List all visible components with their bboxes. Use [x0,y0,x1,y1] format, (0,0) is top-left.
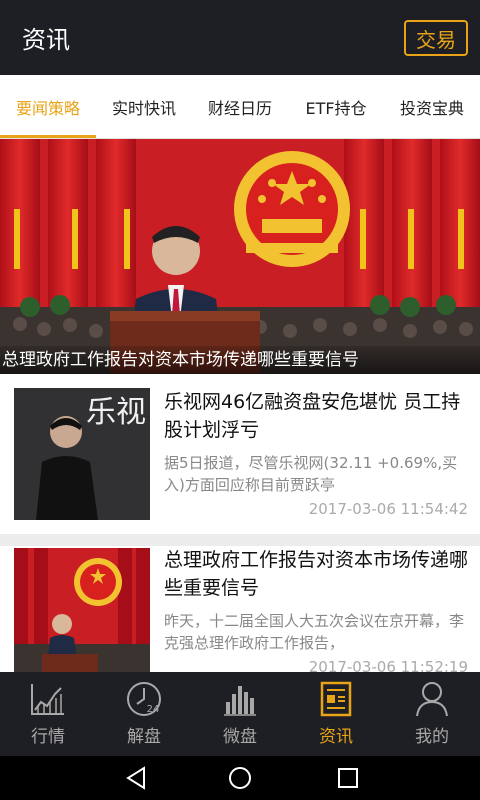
chart-icon [31,684,64,715]
news-icon [320,681,352,717]
nav-label: 我的 [415,727,449,747]
back-icon[interactable] [122,764,150,792]
nav-label: 行情 [31,727,65,747]
bottom-nav: 行情 24 解盘 微盘 资讯 我的 [0,672,480,756]
nav-label: 解盘 [127,727,161,747]
home-icon[interactable] [226,764,254,792]
bars-icon [224,686,256,716]
thumbnail-text: 乐视 [86,395,146,430]
news-thumbnail-image [14,548,150,672]
news-thumbnail [14,548,150,672]
clock-24-icon: 24 [127,682,161,716]
system-nav-bar [0,756,480,800]
featured-banner[interactable]: 总理政府工作报告对资本市场传递哪些重要信号 [0,139,480,374]
tab-investment-guide[interactable]: 投资宝典 [384,75,480,138]
news-thumbnail: 乐视 [14,388,150,520]
nav-label: 微盘 [223,727,257,747]
news-summary: 据5日报道，尽管乐视网(32.11 +0.69%,买入)方面回应称目前贾跃亭 [164,454,458,494]
nav-news[interactable]: 资讯 [288,672,384,756]
nav-profile[interactable]: 我的 [384,672,480,756]
tab-etf-holdings[interactable]: ETF持仓 [288,75,384,138]
news-item[interactable]: 总理政府工作报告对资本市场传递哪些重要信号 昨天，十二届全国人大五次会议在京开幕… [0,546,480,672]
nav-market[interactable]: 行情 [0,672,96,756]
news-headline: 总理政府工作报告对资本市场传递哪些重要信号 [164,549,469,599]
tab-news-strategy[interactable]: 要闻策略 [0,75,96,138]
news-item[interactable]: 乐视 乐视网46亿融资盘安危堪忧 员工持股计划浮亏 据5日报道，尽管乐视网(32… [0,374,480,534]
user-icon [416,682,448,717]
banner-image [0,139,480,374]
news-timestamp: 2017-03-06 11:54:42 [308,500,468,518]
top-bar: 资讯 交易 [0,0,480,75]
news-feed: 乐视 乐视网46亿融资盘安危堪忧 员工持股计划浮亏 据5日报道，尽管乐视网(32… [0,374,480,672]
news-summary: 昨天，十二届全国人大五次会议在京开幕，李克强总理作政府工作报告， [164,612,465,652]
news-thumbnail-image: 乐视 [14,388,150,520]
nav-analysis[interactable]: 24 解盘 [96,672,192,756]
news-timestamp: 2017-03-06 11:52:19 [308,658,468,672]
nav-label: 资讯 [319,727,353,747]
tab-live-flash[interactable]: 实时快讯 [96,75,192,138]
trade-button[interactable]: 交易 [404,20,468,56]
category-tabs: 要闻策略 实时快讯 财经日历 ETF持仓 投资宝典 [0,75,480,139]
svg-text:24: 24 [147,704,160,715]
recent-apps-icon[interactable] [334,764,362,792]
page-title: 资讯 [22,26,70,54]
news-headline: 乐视网46亿融资盘安危堪忧 员工持股计划浮亏 [164,391,461,441]
nav-micro-trade[interactable]: 微盘 [192,672,288,756]
banner-caption: 总理政府工作报告对资本市场传递哪些重要信号 [0,346,480,374]
tab-finance-calendar[interactable]: 财经日历 [192,75,288,138]
